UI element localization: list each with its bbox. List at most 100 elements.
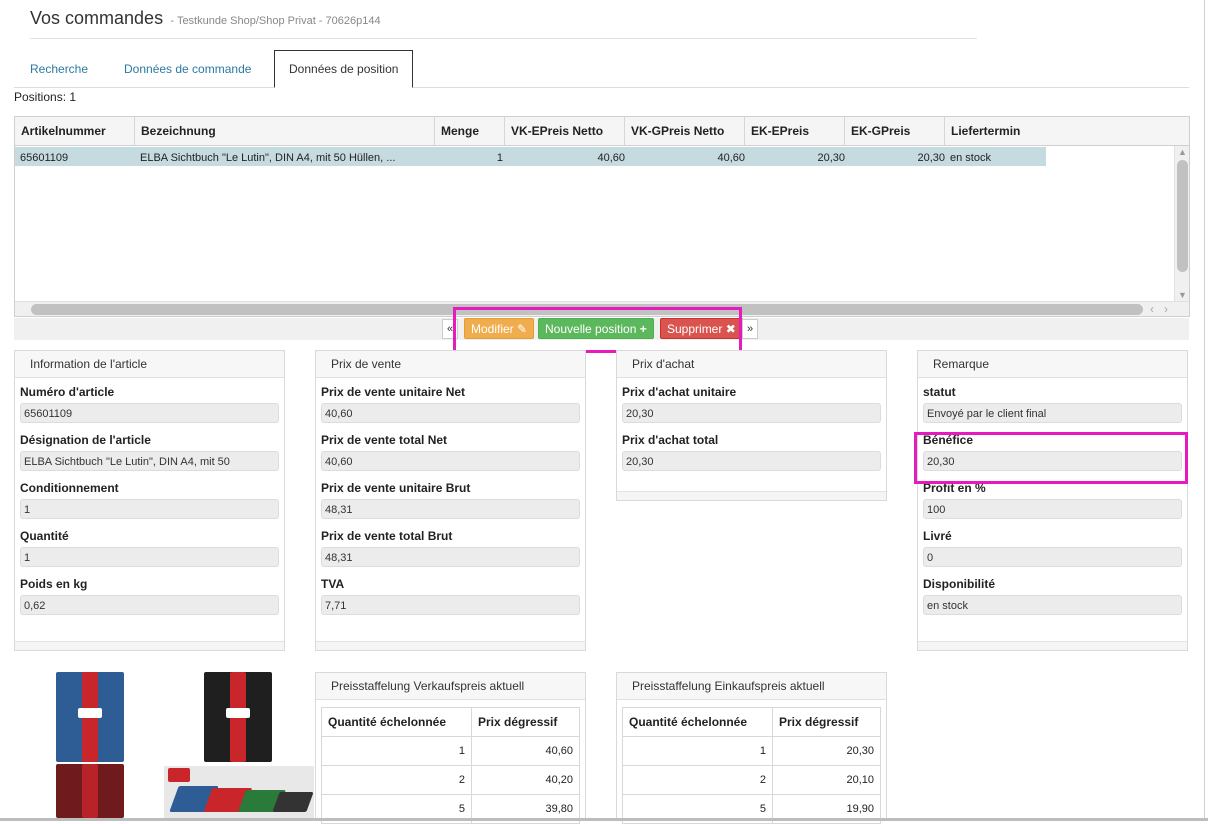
panel-title: Remarque xyxy=(918,351,1187,378)
field-label: Numéro d'article xyxy=(20,385,115,399)
scroll-left-icon[interactable]: ‹ xyxy=(1145,302,1159,317)
annotation-highlight-actions xyxy=(453,307,742,353)
column-header: Prix dégressif xyxy=(772,707,881,737)
panel-footer xyxy=(918,641,1187,650)
tab-donnees-commande[interactable]: Données de commande xyxy=(124,50,251,88)
next-page-button[interactable]: » xyxy=(742,319,758,339)
panel-prix-achat: Prix d'achat Prix d'achat unitaire 20,30… xyxy=(616,350,887,501)
field-value: 100 xyxy=(923,499,1182,519)
field-value: 48,31 xyxy=(321,547,580,567)
field-value: en stock xyxy=(923,595,1182,615)
field-label: statut xyxy=(923,385,956,399)
table-row: 2 20,10 xyxy=(622,765,881,795)
column-header[interactable]: Liefertermin xyxy=(945,117,1189,145)
page-title: Vos commandes xyxy=(30,8,164,28)
positions-grid: Artikelnummer Bezeichnung Menge VK-EPrei… xyxy=(14,116,1190,317)
field-value: 0,62 xyxy=(20,595,279,615)
panel-article-info: Information de l'article Numéro d'articl… xyxy=(14,350,285,651)
page-header: Vos commandes - Testkunde Shop/Shop Priv… xyxy=(30,8,381,29)
panel-prix-vente: Prix de vente Prix de vente unitaire Net… xyxy=(315,350,586,651)
price-cell: 40,60 xyxy=(471,736,580,766)
panel-title: Information de l'article xyxy=(15,351,284,378)
field-value: Envoyé par le client final xyxy=(923,403,1182,423)
qty-cell: 2 xyxy=(321,765,472,795)
cell-liefertermin: en stock xyxy=(950,152,991,164)
field-value: 40,60 xyxy=(321,403,580,423)
scroll-thumb[interactable] xyxy=(1177,160,1188,272)
price-cell: 20,10 xyxy=(772,765,881,795)
field-value: 20,30 xyxy=(622,451,881,471)
tab-bar: Recherche Données de commande Données de… xyxy=(14,50,1189,88)
field-label: Prix de vente total Brut xyxy=(321,529,453,543)
tab-recherche[interactable]: Recherche xyxy=(30,50,88,88)
table-row[interactable]: 65601109 ELBA Sichtbuch "Le Lutin", DIN … xyxy=(15,147,1046,166)
price-cell: 20,30 xyxy=(772,736,881,766)
panel-footer xyxy=(15,641,284,650)
column-header[interactable]: EK-EPreis xyxy=(745,117,845,145)
table-row: 2 40,20 xyxy=(321,765,580,795)
panel-title: Prix de vente xyxy=(316,351,585,378)
column-header[interactable]: Menge xyxy=(435,117,505,145)
cell-menge: 1 xyxy=(496,152,503,164)
panel-price-sale: Preisstaffelung Verkaufspreis aktuell Qu… xyxy=(315,672,586,824)
qty-cell: 1 xyxy=(622,736,773,766)
panel-price-buy: Preisstaffelung Einkaufspreis aktuell Qu… xyxy=(616,672,887,824)
price-buy-table: Quantité échelonnée Prix dégressif 1 20,… xyxy=(622,707,881,824)
field-value: 40,60 xyxy=(321,451,580,471)
field-label: Disponibilité xyxy=(923,577,995,591)
positions-count: Positions: 1 xyxy=(14,90,77,104)
column-header: Quantité échelonnée xyxy=(622,707,773,737)
cell-vk-epreis: 40,60 xyxy=(597,152,625,164)
field-value: 20,30 xyxy=(622,403,881,423)
panel-footer xyxy=(316,641,585,650)
price-sale-table: Quantité échelonnée Prix dégressif 1 40,… xyxy=(321,707,580,824)
scroll-down-icon[interactable]: ▼ xyxy=(1175,289,1190,301)
price-cell: 40,20 xyxy=(471,765,580,795)
product-image-set xyxy=(164,766,314,818)
column-header[interactable]: EK-GPreis xyxy=(845,117,945,145)
column-header[interactable]: VK-GPreis Netto xyxy=(625,117,745,145)
field-value: 65601109 xyxy=(20,403,279,423)
column-header[interactable]: VK-EPreis Netto xyxy=(505,117,625,145)
table-row: 1 20,30 xyxy=(622,736,881,766)
field-value: 1 xyxy=(20,499,279,519)
field-value: 0 xyxy=(923,547,1182,567)
cell-ek-epreis: 20,30 xyxy=(817,152,845,164)
annotation-highlight-benefice xyxy=(914,432,1188,484)
product-image-black xyxy=(204,672,272,762)
column-header[interactable]: Artikelnummer xyxy=(15,117,135,145)
field-value: 7,71 xyxy=(321,595,580,615)
cell-artikelnummer: 65601109 xyxy=(20,152,69,164)
field-label: Prix d'achat total xyxy=(622,433,719,447)
panel-title: Prix d'achat xyxy=(617,351,886,378)
field-label: Prix de vente unitaire Net xyxy=(321,385,466,399)
cell-bezeichnung: ELBA Sichtbuch "Le Lutin", DIN A4, mit 5… xyxy=(140,152,396,164)
field-label: Quantité xyxy=(20,529,69,543)
tab-donnees-position[interactable]: Données de position xyxy=(274,50,414,88)
table-row: 1 40,60 xyxy=(321,736,580,766)
field-value: 1 xyxy=(20,547,279,567)
panel-footer xyxy=(617,491,886,500)
panel-title: Preisstaffelung Verkaufspreis aktuell xyxy=(316,673,585,700)
scroll-right-icon[interactable]: › xyxy=(1159,302,1173,317)
column-header[interactable]: Bezeichnung xyxy=(135,117,435,145)
product-image-blue xyxy=(56,672,124,762)
field-value: 48,31 xyxy=(321,499,580,519)
scroll-up-icon[interactable]: ▲ xyxy=(1175,146,1190,158)
vertical-scrollbar[interactable]: ▲ ▼ xyxy=(1174,146,1189,301)
title-divider xyxy=(30,38,977,39)
qty-cell: 1 xyxy=(321,736,472,766)
column-header: Quantité échelonnée xyxy=(321,707,472,737)
panel-remarque: Remarque statut Envoyé par le client fin… xyxy=(917,350,1188,651)
field-label: Poids en kg xyxy=(20,577,88,591)
field-label: TVA xyxy=(321,577,345,591)
qty-cell: 2 xyxy=(622,765,773,795)
field-value: ELBA Sichtbuch "Le Lutin", DIN A4, mit 5… xyxy=(20,451,279,471)
column-header: Prix dégressif xyxy=(471,707,580,737)
cell-ek-gpreis: 20,30 xyxy=(917,152,945,164)
field-label: Désignation de l'article xyxy=(20,433,151,447)
page-subtitle: - Testkunde Shop/Shop Privat - 70626p144 xyxy=(170,15,381,27)
field-label: Prix d'achat unitaire xyxy=(622,385,737,399)
panel-title: Preisstaffelung Einkaufspreis aktuell xyxy=(617,673,886,700)
field-label: Livré xyxy=(923,529,952,543)
